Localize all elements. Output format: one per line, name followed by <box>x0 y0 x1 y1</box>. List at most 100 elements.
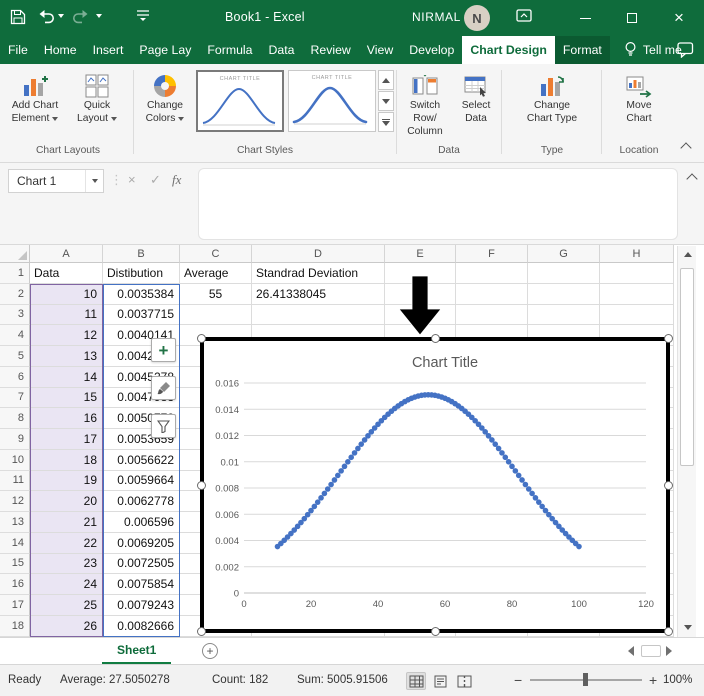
col-header-E[interactable]: E <box>385 245 456 263</box>
scroll-up-button[interactable] <box>678 246 697 263</box>
chart-filters-button[interactable] <box>151 414 176 438</box>
tab-home[interactable]: Home <box>36 36 85 64</box>
chart-resize-handle[interactable] <box>664 627 673 636</box>
cell-A11[interactable]: 19 <box>30 471 103 492</box>
cell-A3[interactable]: 11 <box>30 305 103 326</box>
tab-data[interactable]: Data <box>260 36 302 64</box>
cell-A12[interactable]: 20 <box>30 491 103 512</box>
horizontal-scroll-thumb[interactable] <box>641 645 661 657</box>
col-header-G[interactable]: G <box>528 245 600 263</box>
cell-A16[interactable]: 24 <box>30 574 103 595</box>
gallery-more-button[interactable] <box>378 112 394 132</box>
col-header-D[interactable]: D <box>252 245 385 263</box>
row-header-13[interactable]: 13 <box>0 512 30 533</box>
cell-A1[interactable]: Data <box>30 263 103 284</box>
cell-B12[interactable]: 0.0062778 <box>103 491 180 512</box>
col-header-B[interactable]: B <box>103 245 180 263</box>
chart-resize-handle[interactable] <box>197 481 206 490</box>
cell-B14[interactable]: 0.0069205 <box>103 533 180 554</box>
user-avatar[interactable]: N <box>464 5 490 31</box>
cell-A4[interactable]: 12 <box>30 325 103 346</box>
cell-H3[interactable] <box>600 305 674 326</box>
cell-A2[interactable]: 10 <box>30 284 103 305</box>
cell-H2[interactable] <box>600 284 674 305</box>
row-header-7[interactable]: 7 <box>0 388 30 409</box>
gallery-scroll-down-button[interactable] <box>378 91 394 111</box>
zoom-percentage[interactable]: 100% <box>663 674 692 686</box>
close-button[interactable]: × <box>657 0 701 36</box>
row-header-11[interactable]: 11 <box>0 471 30 492</box>
tab-file[interactable]: File <box>0 36 36 64</box>
tab-format[interactable]: Format <box>555 36 610 64</box>
chart-resize-handle[interactable] <box>431 627 440 636</box>
chart-elements-button[interactable]: + <box>151 338 176 362</box>
cell-G3[interactable] <box>528 305 600 326</box>
row-header-12[interactable]: 12 <box>0 491 30 512</box>
row-header-5[interactable]: 5 <box>0 346 30 367</box>
change-colors-button[interactable]: Change Colors <box>136 68 194 142</box>
qat-customize-icon[interactable] <box>136 9 150 22</box>
cell-A6[interactable]: 14 <box>30 367 103 388</box>
scroll-left-button[interactable] <box>628 646 634 656</box>
cell-A9[interactable]: 17 <box>30 429 103 450</box>
cell-B18[interactable]: 0.0082666 <box>103 616 180 637</box>
scroll-right-button[interactable] <box>666 646 672 656</box>
chart-resize-handle[interactable] <box>197 334 206 343</box>
collapse-formula-bar-icon[interactable] <box>686 173 697 184</box>
save-icon[interactable] <box>10 9 26 25</box>
vertical-scrollbar[interactable] <box>677 246 696 637</box>
cell-A17[interactable]: 25 <box>30 595 103 616</box>
chart-styles-button[interactable] <box>151 376 176 400</box>
cell-E3[interactable] <box>385 305 456 326</box>
cell-H1[interactable] <box>600 263 674 284</box>
cell-B3[interactable]: 0.0037715 <box>103 305 180 326</box>
cancel-icon[interactable]: × <box>128 172 136 187</box>
name-box-dropdown-icon[interactable] <box>85 170 103 192</box>
cell-F1[interactable] <box>456 263 528 284</box>
row-header-2[interactable]: 2 <box>0 284 30 305</box>
cell-B2[interactable]: 0.0035384 <box>103 284 180 305</box>
tell-me[interactable]: Tell me <box>624 36 682 64</box>
cell-A15[interactable]: 23 <box>30 554 103 575</box>
select-all-corner[interactable] <box>0 245 30 263</box>
col-header-F[interactable]: F <box>456 245 528 263</box>
quick-layout-button[interactable]: Quick Layout <box>68 68 126 142</box>
vertical-scroll-thumb[interactable] <box>680 268 694 466</box>
cell-B10[interactable]: 0.0056622 <box>103 450 180 471</box>
cell-A7[interactable]: 15 <box>30 388 103 409</box>
collapse-ribbon-icon[interactable] <box>680 142 691 153</box>
cell-D3[interactable] <box>252 305 385 326</box>
undo-icon[interactable] <box>38 9 55 24</box>
chart-resize-handle[interactable] <box>431 334 440 343</box>
row-header-14[interactable]: 14 <box>0 533 30 554</box>
cell-C1[interactable]: Average <box>180 263 252 284</box>
chart-resize-handle[interactable] <box>197 627 206 636</box>
change-chart-type-button[interactable]: Change Chart Type <box>523 68 581 142</box>
chart-area[interactable]: 00.0020.0040.0060.0080.010.0120.0140.016… <box>200 337 670 633</box>
tab-chart-design[interactable]: Chart Design <box>462 36 555 64</box>
chart-resize-handle[interactable] <box>664 334 673 343</box>
cell-E1[interactable] <box>385 263 456 284</box>
chart-style-2-thumbnail[interactable]: CHART TITLE <box>288 70 376 132</box>
chart-resize-handle[interactable] <box>664 481 673 490</box>
row-header-18[interactable]: 18 <box>0 616 30 637</box>
row-header-6[interactable]: 6 <box>0 367 30 388</box>
cell-C2[interactable]: 55 <box>180 284 252 305</box>
tab-formula[interactable]: Formula <box>199 36 260 64</box>
col-header-C[interactable]: C <box>180 245 252 263</box>
insert-function-icon[interactable]: fx <box>172 172 181 188</box>
cell-F3[interactable] <box>456 305 528 326</box>
formula-input[interactable] <box>198 168 678 240</box>
row-header-4[interactable]: 4 <box>0 325 30 346</box>
row-header-16[interactable]: 16 <box>0 574 30 595</box>
name-box[interactable]: Chart 1 <box>8 169 104 193</box>
cell-F2[interactable] <box>456 284 528 305</box>
tab-insert[interactable]: Insert <box>85 36 132 64</box>
move-chart-button[interactable]: Move Chart <box>610 68 668 142</box>
cell-A8[interactable]: 16 <box>30 408 103 429</box>
maximize-button[interactable] <box>610 0 654 36</box>
cell-A5[interactable]: 13 <box>30 346 103 367</box>
zoom-out-button[interactable]: − <box>514 672 522 688</box>
scroll-down-button[interactable] <box>678 619 697 636</box>
row-header-15[interactable]: 15 <box>0 554 30 575</box>
